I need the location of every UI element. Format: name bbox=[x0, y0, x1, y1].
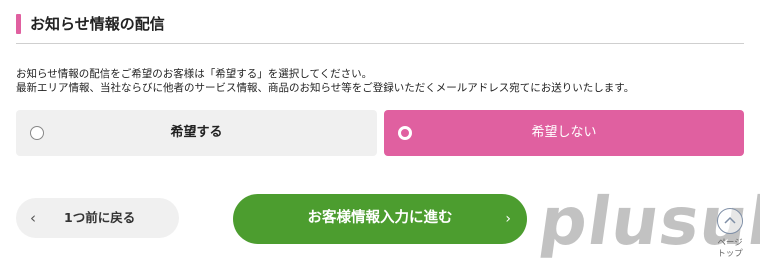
next-button[interactable]: お客様情報入力に進む › bbox=[233, 194, 527, 244]
chevron-left-icon: ‹ bbox=[30, 209, 36, 227]
section-accent-bar bbox=[16, 14, 21, 34]
page-top-label-1: ページ bbox=[717, 238, 743, 248]
section-header: お知らせ情報の配信 bbox=[16, 12, 744, 44]
description-line-2: 最新エリア情報、当社ならびに他者のサービス情報、商品のお知らせ等をご登録いただく… bbox=[16, 82, 635, 94]
option-want[interactable]: 希望する bbox=[16, 110, 377, 156]
section-title: お知らせ情報の配信 bbox=[30, 15, 165, 33]
option-want-label: 希望する bbox=[170, 125, 223, 140]
description-line-1: お知らせ情報の配信をご希望のお客様は「希望する」を選択してください。 bbox=[16, 68, 373, 80]
chevron-right-icon: › bbox=[505, 211, 511, 227]
option-not-want[interactable]: 希望しない bbox=[384, 110, 744, 156]
page-top-label-2: トップ bbox=[717, 249, 743, 259]
chevron-up-icon bbox=[717, 208, 743, 234]
back-button[interactable]: ‹ 1つ前に戻る bbox=[16, 198, 179, 238]
next-button-label: お客様情報入力に進む bbox=[307, 210, 453, 226]
page-top-button[interactable]: ページ トップ bbox=[712, 206, 748, 264]
option-not-want-label: 希望しない bbox=[531, 125, 597, 140]
back-button-label: 1つ前に戻る bbox=[64, 210, 136, 225]
